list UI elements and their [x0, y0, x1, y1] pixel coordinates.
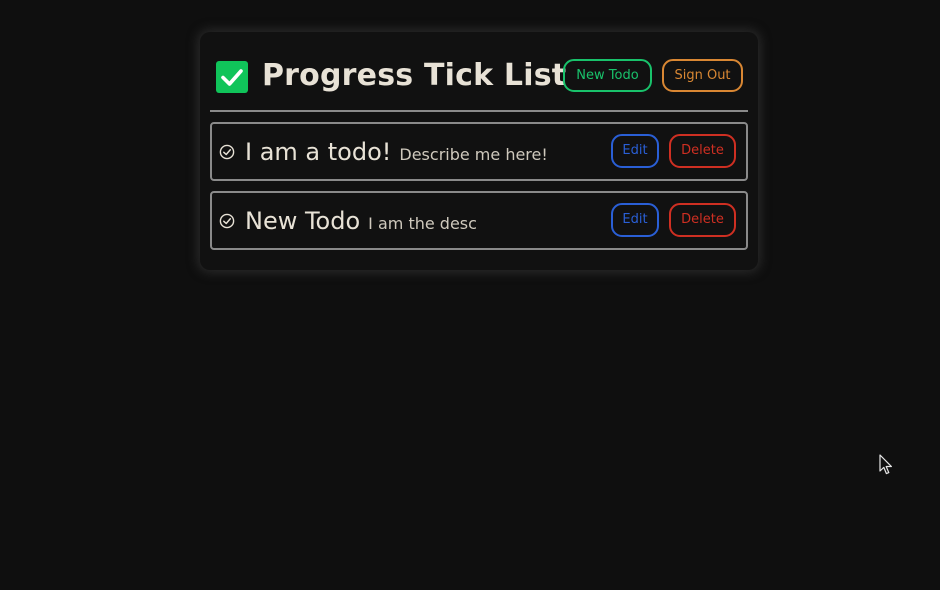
header: Progress Tick List New Todo Sign Out	[216, 58, 744, 94]
check-square-icon	[216, 61, 248, 93]
todo-item: New Todo I am the desc Edit Delete	[210, 191, 748, 250]
delete-button[interactable]: Delete	[669, 134, 736, 168]
sign-out-button[interactable]: Sign Out	[662, 59, 743, 92]
todo-card: Progress Tick List New Todo Sign Out I a…	[200, 32, 758, 270]
new-todo-button[interactable]: New Todo	[563, 59, 652, 92]
todo-item: I am a todo! Describe me here! Edit Delet…	[210, 122, 748, 181]
page-title: Progress Tick List	[262, 58, 567, 93]
check-circle-icon[interactable]	[219, 144, 235, 160]
todo-description: I am the desc	[368, 214, 477, 233]
todo-text: I am a todo! Describe me here!	[245, 135, 548, 172]
edit-button[interactable]: Edit	[611, 134, 659, 168]
header-divider	[210, 110, 748, 112]
mouse-cursor-icon	[879, 454, 893, 476]
todo-title: New Todo	[245, 207, 361, 235]
check-circle-icon[interactable]	[219, 213, 235, 229]
edit-button[interactable]: Edit	[611, 203, 659, 237]
delete-button[interactable]: Delete	[669, 203, 736, 237]
todo-title: I am a todo!	[245, 138, 392, 166]
todo-text: New Todo I am the desc	[245, 204, 477, 241]
todo-description: Describe me here!	[399, 145, 548, 164]
